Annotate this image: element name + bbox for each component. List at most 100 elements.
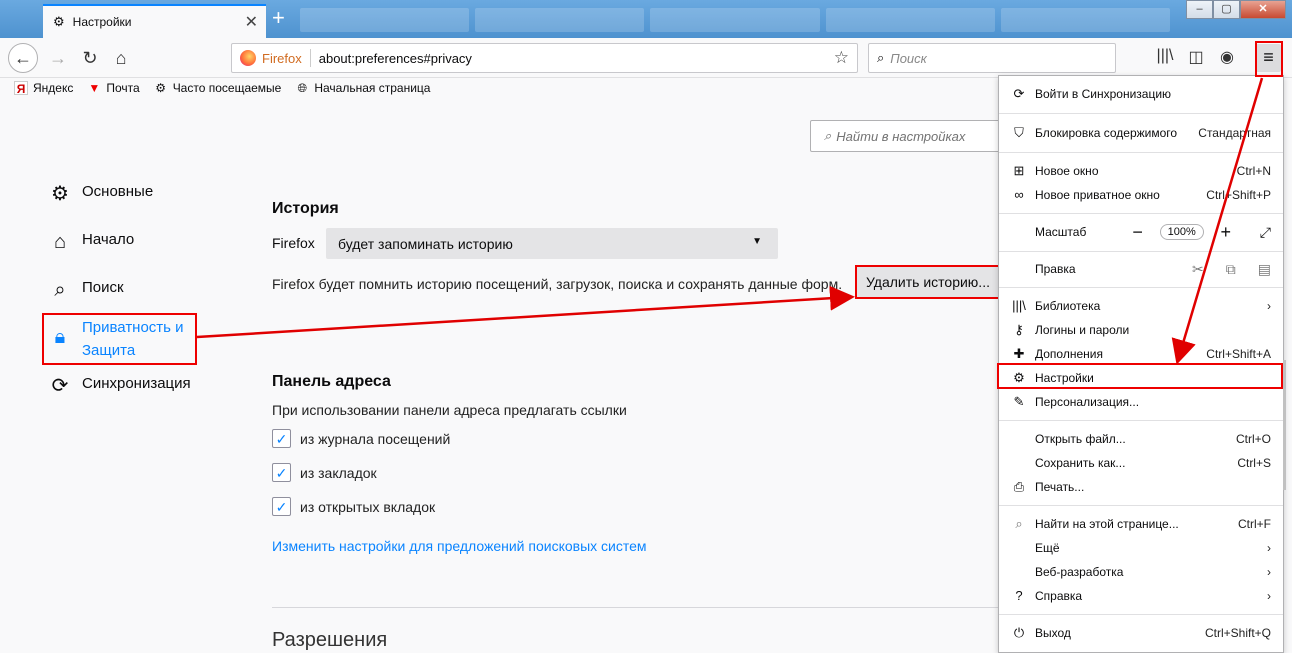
menu-label: Найти на этой странице...	[1035, 517, 1179, 531]
sidebar-icon[interactable]: ◫	[1185, 47, 1207, 69]
category-home[interactable]: ⌂ Начало	[48, 231, 134, 255]
paste-icon[interactable]: ▤	[1258, 261, 1271, 278]
suggest-open-tabs-checkbox[interactable]: ✓ из открытых вкладок	[272, 497, 435, 516]
menu-label: Новое окно	[1035, 164, 1099, 178]
clear-history-button[interactable]: Удалить историю...	[855, 265, 1001, 299]
blurred-tabs	[300, 8, 1171, 32]
menu-item-library[interactable]: |||\ Библиотека ›	[999, 294, 1283, 318]
menu-item-logins[interactable]: ⚷ Логины и пароли	[999, 318, 1283, 342]
reload-button[interactable]: ↻	[75, 43, 105, 73]
printer-icon: ⎙	[1013, 479, 1025, 494]
search-suggestions-link[interactable]: Изменить настройки для предложений поиск…	[272, 538, 647, 554]
gear-icon: ⚙	[155, 81, 167, 95]
category-label: Основные	[82, 183, 154, 200]
mask-icon: ∞	[1014, 187, 1024, 202]
menu-label: Персонализация...	[1035, 395, 1140, 409]
menu-separator	[999, 152, 1283, 153]
new-tab-button[interactable]: +	[272, 6, 285, 30]
menu-label: Веб-разработка	[1035, 565, 1124, 579]
menu-separator	[999, 287, 1283, 288]
menu-separator	[999, 113, 1283, 114]
find-in-settings-placeholder: Найти в настройках	[836, 128, 966, 144]
menu-label: Библиотека	[1035, 299, 1101, 313]
bookmark-mail[interactable]: ▼ Почта	[87, 81, 139, 95]
category-search[interactable]: ⌕ Поиск	[48, 279, 123, 303]
bookmark-label: Почта	[106, 81, 140, 95]
bookmark-yandex[interactable]: Я Яндекс	[14, 81, 74, 96]
find-in-settings-input[interactable]: ⌕ Найти в настройках	[810, 120, 1000, 152]
settings-highlight-box	[997, 363, 1283, 389]
zoom-out-button[interactable]: −	[1128, 222, 1148, 243]
tab-settings[interactable]: ⚙ Настройки ✕	[43, 4, 266, 38]
sync-icon: ⟳	[51, 375, 69, 397]
search-icon: ⌕	[1015, 516, 1023, 531]
zoom-reset-button[interactable]: 100%	[1159, 224, 1204, 240]
maximize-button[interactable]: ▢	[1213, 0, 1240, 19]
menu-item-content-blocking[interactable]: ⛉ Блокировка содержимого Стандартная	[999, 121, 1283, 145]
history-heading: История	[272, 200, 339, 217]
menu-separator	[999, 213, 1283, 214]
history-mode-select[interactable]: будет запоминать историю ▼	[326, 228, 778, 259]
tab-close-icon[interactable]: ✕	[245, 12, 258, 32]
menu-item-sync[interactable]: ⟳ Войти в Синхронизацию	[999, 82, 1283, 106]
category-sync[interactable]: ⟳ Синхронизация	[48, 375, 191, 399]
checkbox-label: из открытых вкладок	[300, 498, 436, 515]
identity-label: Firefox	[262, 50, 302, 66]
url-input[interactable]: about:preferences#privacy	[319, 51, 834, 66]
back-button[interactable]: ←	[8, 43, 38, 73]
menu-item-help[interactable]: ? Справка ›	[999, 584, 1283, 608]
menu-separator	[999, 251, 1283, 252]
search-input[interactable]: ⌕ Поиск	[868, 43, 1116, 73]
menu-label: Правка	[1035, 262, 1076, 276]
library-icon: |||\	[1012, 298, 1026, 313]
shield-icon: ⛉	[1014, 125, 1024, 140]
menu-separator	[999, 505, 1283, 506]
bookmark-star-icon[interactable]: ☆	[834, 48, 849, 68]
bookmark-label: Яндекс	[33, 81, 74, 95]
menu-item-save-as[interactable]: Сохранить как... Ctrl+S	[999, 451, 1283, 475]
menu-item-new-window[interactable]: ⊞ Новое окно Ctrl+N	[999, 159, 1283, 183]
menu-item-customize[interactable]: ✎ Персонализация...	[999, 390, 1283, 414]
menu-label: Открыть файл...	[1035, 432, 1126, 446]
menu-shortcut: Ctrl+Shift+P	[1206, 188, 1271, 202]
menu-label: Справка	[1035, 589, 1083, 603]
url-bar[interactable]: Firefox about:preferences#privacy ☆	[231, 43, 858, 73]
yandex-icon: Я	[14, 81, 28, 96]
library-icon[interactable]: |||\	[1154, 47, 1176, 69]
cut-icon[interactable]: ✂	[1192, 261, 1204, 278]
menu-item-print[interactable]: ⎙ Печать...	[999, 475, 1283, 499]
checkbox-label: из журнала посещений	[300, 430, 451, 447]
menu-item-more[interactable]: Ещё ›	[999, 536, 1283, 560]
section-divider	[272, 607, 1000, 608]
menu-item-find[interactable]: ⌕ Найти на этой странице... Ctrl+F	[999, 512, 1283, 536]
menu-shortcut: Ctrl+O	[1235, 432, 1271, 446]
new-window-icon: ⊞	[1013, 163, 1025, 178]
fullscreen-icon[interactable]: ⤢	[1260, 224, 1271, 241]
menu-scrollbar[interactable]	[1283, 360, 1286, 490]
chevron-down-icon: ▼	[752, 236, 762, 247]
checkmark-icon[interactable]: ✓	[272, 429, 291, 448]
copy-icon[interactable]: ⧉	[1226, 261, 1236, 278]
close-window-button[interactable]: ✕	[1240, 0, 1286, 19]
search-icon: ⌕	[54, 279, 66, 301]
menu-label: Блокировка содержимого	[1035, 126, 1178, 140]
suggest-history-checkbox[interactable]: ✓ из журнала посещений	[272, 429, 450, 448]
forward-button[interactable]: →	[43, 43, 73, 73]
menu-item-open-file[interactable]: Открыть файл... Ctrl+O	[999, 427, 1283, 451]
menu-label: Новое приватное окно	[1035, 188, 1160, 202]
menu-item-new-private-window[interactable]: ∞ Новое приватное окно Ctrl+Shift+P	[999, 183, 1283, 207]
category-general[interactable]: ⚙ Основные	[48, 183, 153, 207]
suggest-bookmarks-checkbox[interactable]: ✓ из закладок	[272, 463, 377, 482]
checkmark-icon[interactable]: ✓	[272, 497, 291, 516]
zoom-in-button[interactable]: +	[1216, 222, 1236, 243]
account-icon[interactable]: ◉	[1216, 47, 1238, 69]
menu-item-web-developer[interactable]: Веб-разработка ›	[999, 560, 1283, 584]
checkmark-icon[interactable]: ✓	[272, 463, 291, 482]
menu-item-zoom: Масштаб − 100% + ⤢	[999, 220, 1283, 244]
bookmark-most-visited[interactable]: ⚙ Часто посещаемые	[154, 81, 281, 95]
minimize-button[interactable]: –	[1186, 0, 1213, 19]
menu-item-quit[interactable]: ⏻ Выход Ctrl+Shift+Q	[999, 621, 1283, 645]
bookmark-start-page[interactable]: 🌐︎ Начальная страница	[295, 81, 431, 95]
home-button[interactable]: ⌂	[106, 43, 136, 73]
window-controls: – ▢ ✕	[1186, 0, 1286, 20]
